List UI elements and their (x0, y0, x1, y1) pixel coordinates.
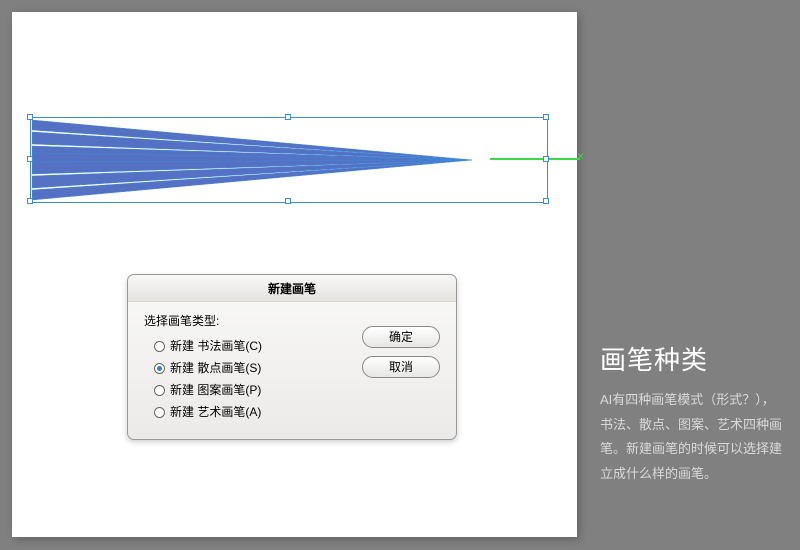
annotation-heading: 画笔种类 (600, 340, 708, 377)
radio-label: 新建 散点画笔(S) (170, 359, 261, 377)
radio-art-brush[interactable]: 新建 艺术画笔(A) (144, 401, 350, 423)
ok-button[interactable]: 确定 (362, 326, 440, 348)
radio-icon (154, 341, 165, 352)
radio-label: 新建 书法画笔(C) (170, 337, 262, 355)
radio-calligraphic-brush[interactable]: 新建 书法画笔(C) (144, 335, 350, 357)
radio-icon (154, 407, 165, 418)
radio-label: 新建 艺术画笔(A) (170, 403, 261, 421)
cancel-button[interactable]: 取消 (362, 356, 440, 378)
radio-icon (154, 363, 165, 374)
annotation-body: AI有四种画笔模式（形式？），书法、散点、图案、艺术四种画笔。新建画笔的时候可以… (600, 388, 785, 487)
brush-type-label: 选择画笔类型: (144, 312, 350, 329)
brush-strokes-artwork[interactable] (32, 120, 547, 200)
radio-icon (154, 385, 165, 396)
radio-label: 新建 图案画笔(P) (170, 381, 261, 399)
new-brush-dialog: 新建画笔 选择画笔类型: 新建 书法画笔(C) 新建 散点画笔(S) 新建 图案… (127, 274, 457, 440)
dialog-title: 新建画笔 (128, 275, 456, 302)
transform-axis-line (490, 158, 580, 160)
radio-pattern-brush[interactable]: 新建 图案画笔(P) (144, 379, 350, 401)
radio-scatter-brush[interactable]: 新建 散点画笔(S) (144, 357, 350, 379)
artboard: 新建画笔 选择画笔类型: 新建 书法画笔(C) 新建 散点画笔(S) 新建 图案… (12, 12, 577, 537)
